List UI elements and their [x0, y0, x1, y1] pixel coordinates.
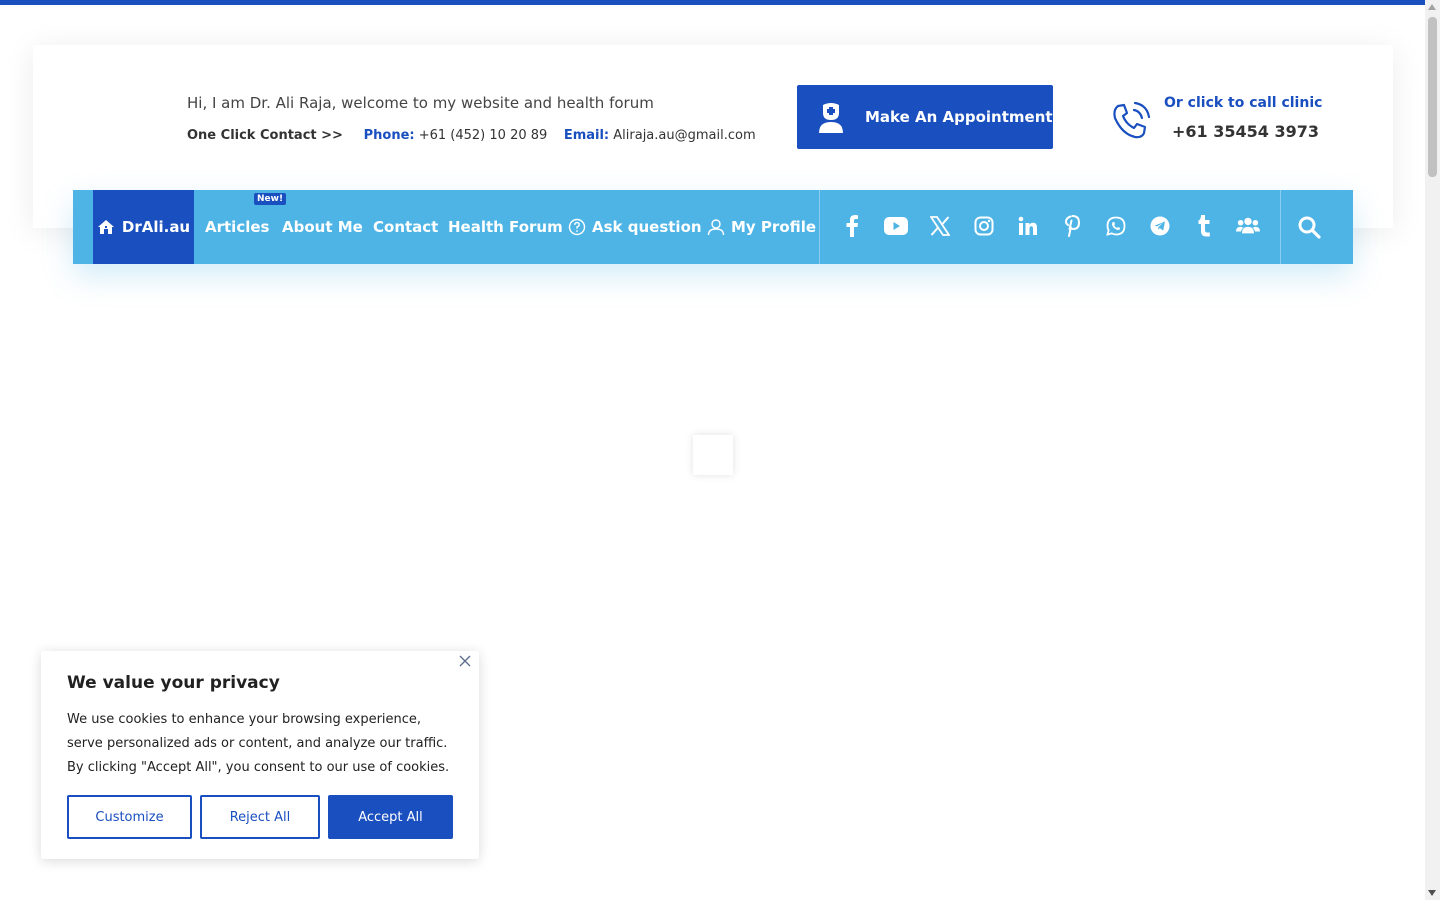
- facebook-icon[interactable]: [840, 214, 864, 238]
- nav-about-me[interactable]: About Me: [282, 190, 363, 264]
- doctor-icon: [819, 103, 843, 133]
- home-icon: [97, 220, 114, 234]
- welcome-text: Hi, I am Dr. Ali Raja, welcome to my web…: [187, 94, 654, 112]
- scroll-up-icon[interactable]: [1428, 4, 1436, 10]
- x-icon[interactable]: [928, 214, 952, 238]
- loading-spinner: [693, 435, 733, 475]
- cookie-consent-banner: We value your privacy We use cookies to …: [41, 651, 479, 859]
- pinterest-icon[interactable]: [1060, 214, 1084, 238]
- reject-all-button[interactable]: Reject All: [200, 795, 320, 839]
- telegram-icon[interactable]: [1148, 214, 1172, 238]
- nav-about-label: About Me: [282, 218, 363, 236]
- main-nav: DrAli.au Articles New! About Me Contact …: [73, 190, 1353, 264]
- nav-ask-question[interactable]: Ask question: [568, 190, 702, 264]
- phone-ring-icon[interactable]: [1110, 100, 1152, 142]
- scroll-down-icon[interactable]: [1428, 890, 1436, 896]
- nav-divider: [1280, 190, 1281, 264]
- phone-label: Phone:: [363, 128, 415, 143]
- close-icon[interactable]: [459, 655, 471, 667]
- nav-contact[interactable]: Contact: [373, 190, 438, 264]
- whatsapp-icon[interactable]: [1104, 214, 1128, 238]
- nav-divider: [819, 190, 820, 264]
- phone-link[interactable]: +61 (452) 10 20 89: [419, 128, 548, 143]
- contact-line: One Click Contact >> Phone: +61 (452) 10…: [187, 128, 756, 143]
- scrollbar[interactable]: [1425, 0, 1440, 900]
- nav-my-profile[interactable]: My Profile: [707, 190, 816, 264]
- make-appointment-button[interactable]: Make An Appointment: [797, 85, 1053, 149]
- call-clinic-label[interactable]: Or click to call clinic: [1164, 95, 1322, 111]
- user-icon: [707, 219, 725, 236]
- accept-all-button[interactable]: Accept All: [328, 795, 453, 839]
- call-clinic-number[interactable]: +61 35454 3973: [1172, 122, 1319, 141]
- nav-contact-label: Contact: [373, 218, 439, 236]
- nav-articles-label: Articles: [205, 218, 270, 236]
- one-click-label: One Click Contact >>: [187, 128, 343, 143]
- tumblr-icon[interactable]: [1192, 214, 1216, 238]
- nav-ask-label: Ask question: [592, 218, 702, 236]
- email-link[interactable]: Aliraja.au@gmail.com: [613, 128, 755, 143]
- nav-home-label: DrAli.au: [121, 218, 191, 236]
- appointment-label: Make An Appointment: [865, 108, 1053, 126]
- email-label: Email:: [563, 128, 610, 143]
- customize-button[interactable]: Customize: [67, 795, 192, 839]
- nav-health-forum[interactable]: Health Forum: [448, 190, 563, 264]
- youtube-icon[interactable]: [884, 214, 908, 238]
- cookie-text: We use cookies to enhance your browsing …: [67, 712, 450, 775]
- nav-profile-label: My Profile: [731, 218, 817, 236]
- top-accent-bar: [0, 0, 1425, 5]
- scrollbar-thumb[interactable]: [1428, 17, 1437, 177]
- nav-home[interactable]: DrAli.au: [93, 190, 194, 264]
- linkedin-icon[interactable]: [1016, 214, 1040, 238]
- nav-forum-label: Health Forum: [448, 218, 563, 236]
- instagram-icon[interactable]: [972, 214, 996, 238]
- question-icon: [568, 218, 586, 236]
- search-icon[interactable]: [1297, 215, 1321, 239]
- cookie-title: We value your privacy: [67, 673, 280, 693]
- group-icon[interactable]: [1236, 214, 1260, 238]
